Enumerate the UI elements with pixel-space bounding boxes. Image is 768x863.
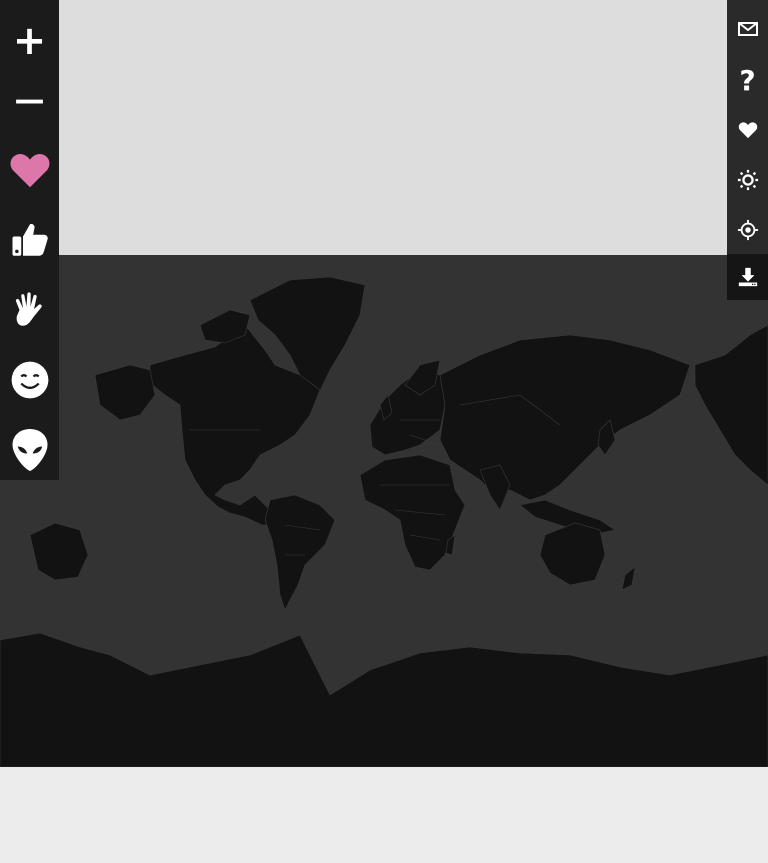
locate-icon xyxy=(737,219,758,241)
favorite-button[interactable] xyxy=(727,107,768,153)
mail-button[interactable] xyxy=(727,6,768,52)
reaction-heart-button[interactable] xyxy=(0,140,59,200)
world-map[interactable] xyxy=(0,255,768,767)
brightness-button[interactable] xyxy=(727,157,768,203)
zoom-in-button[interactable]: + xyxy=(0,12,59,70)
help-icon: ? xyxy=(739,64,756,97)
world-map-canvas[interactable] xyxy=(0,255,768,767)
zoom-out-button[interactable]: — xyxy=(0,72,59,130)
plus-icon: + xyxy=(12,18,47,64)
download-icon xyxy=(738,267,757,287)
reaction-thumbs-up-button[interactable] xyxy=(0,210,59,270)
heart-icon xyxy=(10,153,49,188)
left-toolbar: + — xyxy=(0,0,59,480)
mail-icon xyxy=(737,22,758,36)
heart-icon xyxy=(738,122,757,139)
brightness-icon xyxy=(737,169,758,191)
help-button[interactable]: ? xyxy=(727,58,768,104)
page-footer-area xyxy=(0,767,768,863)
reaction-wave-button[interactable] xyxy=(0,280,59,340)
locate-button[interactable] xyxy=(727,207,768,253)
reaction-alien-button[interactable] xyxy=(0,420,59,480)
download-button[interactable] xyxy=(727,254,768,300)
right-toolbar: ? xyxy=(727,0,768,300)
thumbs-up-icon xyxy=(12,224,48,256)
reaction-smile-button[interactable] xyxy=(0,350,59,410)
minus-icon: — xyxy=(14,83,45,118)
smile-icon xyxy=(11,361,48,399)
alien-icon xyxy=(12,429,47,471)
waving-hand-icon xyxy=(15,292,42,326)
